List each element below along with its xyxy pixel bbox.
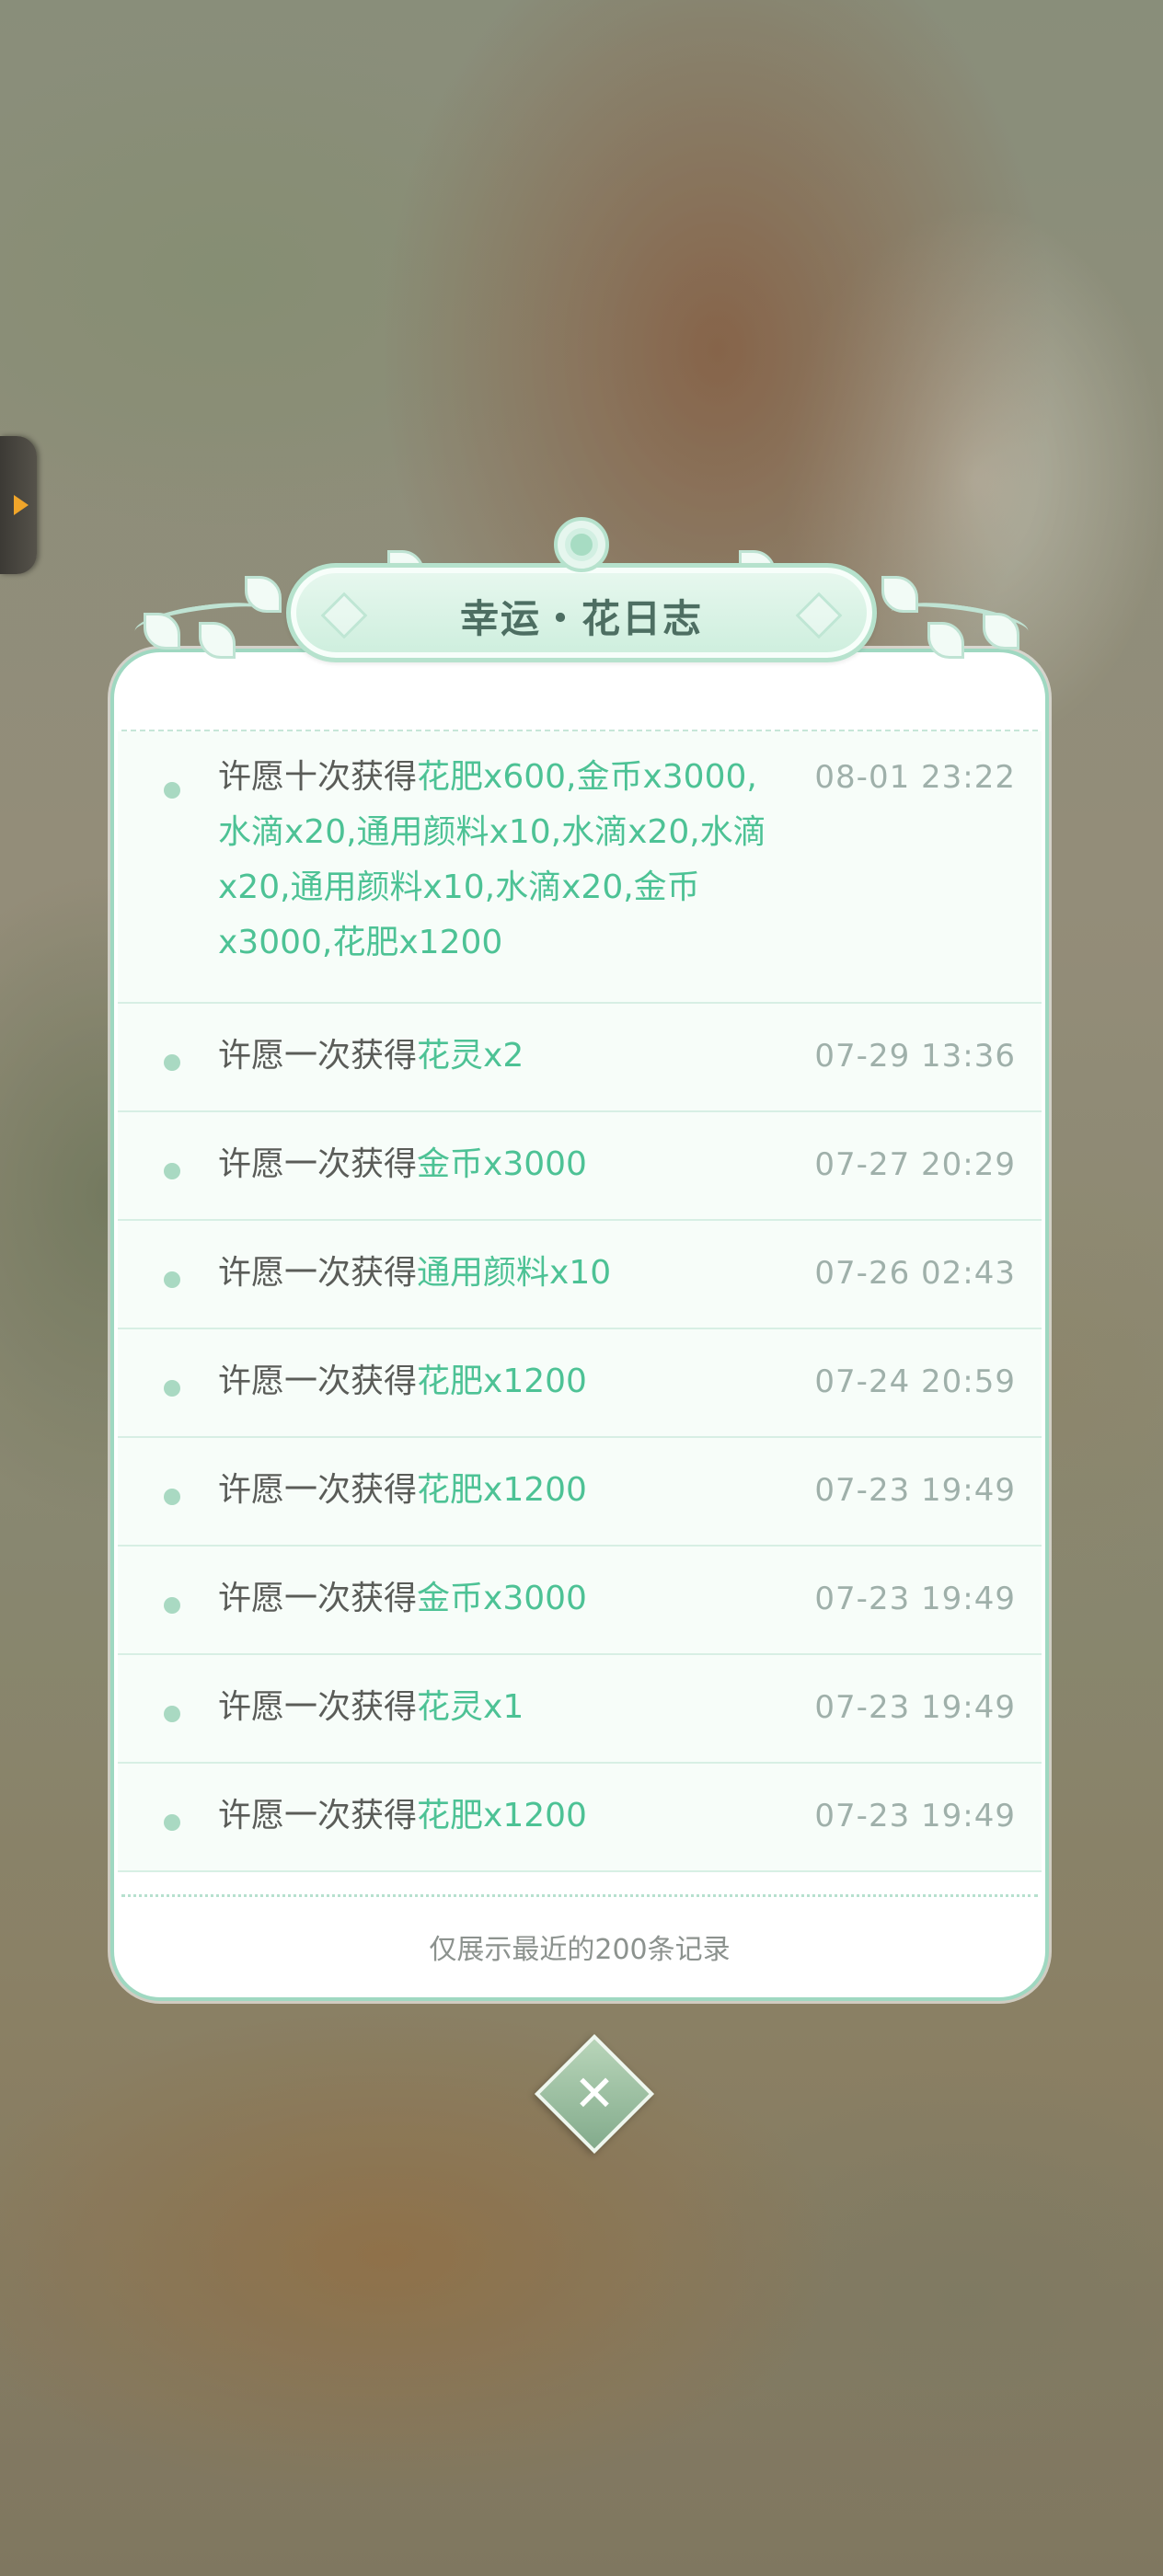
record-action: 许愿一次获得 [218, 1363, 418, 1400]
record-action: 许愿一次获得 [218, 1688, 418, 1726]
record-time: 07-26 02:43 [814, 1255, 1016, 1292]
bullet-dot [164, 1597, 180, 1614]
title-plaque: 幸运・花日志 [286, 563, 877, 662]
bullet-dot [164, 1054, 180, 1071]
panel-title: 幸运・花日志 [459, 596, 703, 641]
record-time: 07-23 19:49 [814, 1689, 1016, 1726]
flower-icon [554, 517, 609, 572]
record-rewards: 花肥x1200 [417, 1471, 587, 1509]
bullet-dot [164, 1163, 180, 1179]
bullet-dot [164, 1380, 180, 1397]
record-description: 许愿一次获得金币x3000 [218, 1571, 789, 1627]
record-time: 08-01 23:22 [814, 759, 1016, 796]
record-time: 07-23 19:49 [814, 1472, 1016, 1509]
record-row: 许愿一次获得金币x3000 07-27 20:29 [118, 1110, 1042, 1219]
record-description: 许愿一次获得通用颜料x10 [218, 1246, 789, 1301]
record-rewards: 通用颜料x10 [417, 1254, 612, 1292]
panel-header: 幸运・花日志 [125, 504, 1038, 688]
record-rewards: 花灵x1 [417, 1688, 524, 1726]
bullet-dot [164, 1706, 180, 1722]
record-action: 许愿一次获得 [218, 1471, 418, 1509]
record-rewards: 金币x3000 [417, 1580, 587, 1617]
side-expand-tab[interactable] [0, 436, 37, 574]
flower-log-panel: 许愿十次获得花肥x600,金币x3000,水滴x20,通用颜料x10,水滴x20… [110, 649, 1049, 2001]
record-time: 07-29 13:36 [814, 1038, 1016, 1075]
record-time: 07-23 19:49 [814, 1581, 1016, 1617]
record-row: 许愿一次获得通用颜料x10 07-26 02:43 [118, 1219, 1042, 1328]
record-row: 许愿一次获得花肥x1200 07-24 20:59 [118, 1328, 1042, 1436]
record-rewards: 花灵x2 [417, 1037, 524, 1075]
record-description: 许愿一次获得花肥x1200 [218, 1354, 789, 1409]
record-rewards: 花肥x1200 [417, 1797, 587, 1834]
record-time: 07-27 20:29 [814, 1146, 1016, 1183]
record-description: 许愿一次获得花灵x1 [218, 1680, 789, 1735]
expand-arrow-icon [14, 495, 29, 515]
record-row: 许愿一次获得花灵x2 07-29 13:36 [118, 1002, 1042, 1110]
record-row: 许愿一次获得花灵x1 07-23 19:49 [118, 1653, 1042, 1762]
bullet-dot [164, 782, 180, 799]
record-time: 07-24 20:59 [814, 1363, 1016, 1400]
bullet-dot [164, 1489, 180, 1505]
record-list[interactable]: 许愿十次获得花肥x600,金币x3000,水滴x20,通用颜料x10,水滴x20… [114, 731, 1045, 1872]
record-row: 许愿十次获得花肥x600,金币x3000,水滴x20,通用颜料x10,水滴x20… [118, 731, 1042, 1002]
record-action: 许愿一次获得 [218, 1145, 418, 1183]
record-action: 许愿一次获得 [218, 1037, 418, 1075]
leaf-decoration [881, 576, 918, 613]
record-description: 许愿一次获得金币x3000 [218, 1137, 789, 1192]
record-action: 许愿一次获得 [218, 1254, 418, 1292]
record-description: 许愿一次获得花肥x1200 [218, 1788, 789, 1844]
bullet-dot [164, 1814, 180, 1831]
bullet-dot [164, 1271, 180, 1288]
record-description: 许愿十次获得花肥x600,金币x3000,水滴x20,通用颜料x10,水滴x20… [218, 750, 789, 971]
record-description: 许愿一次获得花肥x1200 [218, 1463, 789, 1518]
record-row: 许愿一次获得花肥x1200 07-23 19:49 [118, 1436, 1042, 1545]
record-action: 许愿一次获得 [218, 1797, 418, 1834]
record-action: 许愿十次获得 [218, 758, 418, 796]
record-rewards: 金币x3000 [417, 1145, 587, 1183]
footer-note: 仅展示最近的200条记录 [429, 1934, 731, 1966]
record-row: 许愿一次获得金币x3000 07-23 19:49 [118, 1545, 1042, 1653]
divider [121, 1894, 1038, 1897]
record-time: 07-23 19:49 [814, 1798, 1016, 1834]
record-rewards: 花肥x1200 [417, 1363, 587, 1400]
record-row: 许愿一次获得花肥x1200 07-23 19:49 [118, 1762, 1042, 1872]
record-description: 许愿一次获得花灵x2 [218, 1029, 789, 1084]
record-action: 许愿一次获得 [218, 1580, 418, 1617]
